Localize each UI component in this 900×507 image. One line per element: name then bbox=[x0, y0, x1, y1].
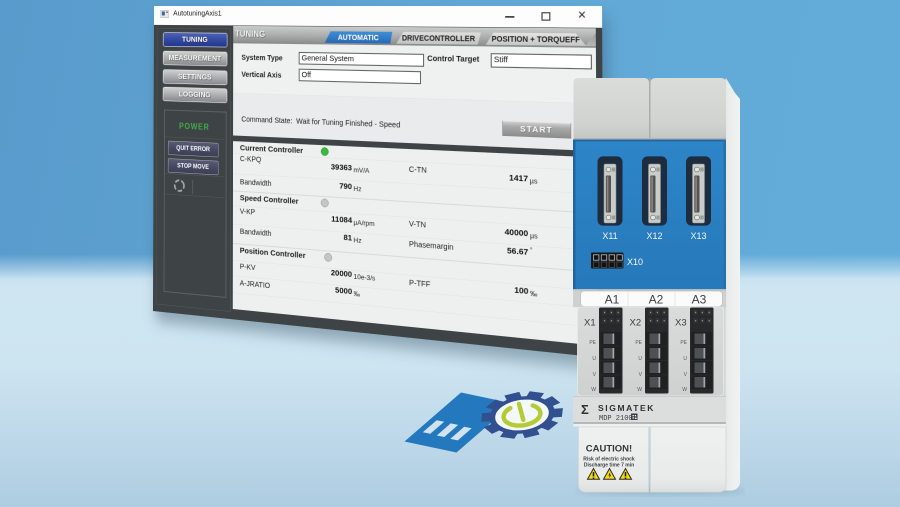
svg-text:Discharge time 7 min: Discharge time 7 min bbox=[584, 463, 634, 469]
svg-text:PE: PE bbox=[635, 340, 642, 346]
svg-text:A3: A3 bbox=[692, 292, 707, 306]
svg-text:A1: A1 bbox=[605, 292, 620, 306]
svg-text:PE: PE bbox=[589, 340, 596, 346]
svg-text:A2: A2 bbox=[649, 292, 664, 306]
svg-text:W: W bbox=[637, 387, 642, 393]
svg-text:X12: X12 bbox=[646, 231, 662, 241]
svg-text:SIGMATEK: SIGMATEK bbox=[598, 403, 655, 413]
svg-text:U: U bbox=[638, 356, 642, 362]
svg-text:U: U bbox=[683, 356, 687, 362]
svg-text:W: W bbox=[591, 387, 596, 393]
svg-text:X2: X2 bbox=[630, 318, 642, 329]
svg-text:X11: X11 bbox=[602, 231, 617, 241]
svg-text:W: W bbox=[682, 387, 687, 393]
svg-text:X10: X10 bbox=[627, 257, 643, 267]
svg-text:U: U bbox=[592, 356, 596, 362]
svg-text:Σ: Σ bbox=[581, 402, 589, 417]
svg-text:MDP 2100: MDP 2100 bbox=[599, 415, 633, 423]
svg-text:X3: X3 bbox=[675, 318, 687, 329]
svg-text:X1: X1 bbox=[584, 318, 596, 329]
svg-text:PE: PE bbox=[680, 340, 687, 346]
svg-text:CAUTION!: CAUTION! bbox=[586, 444, 632, 455]
svg-text:X13: X13 bbox=[690, 231, 706, 241]
